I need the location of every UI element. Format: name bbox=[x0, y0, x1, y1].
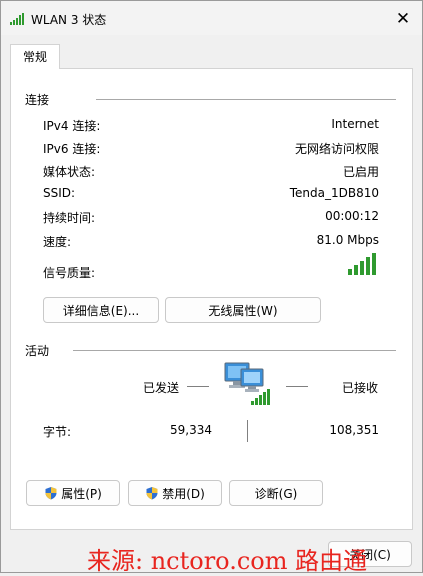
duration-value: 00:00:12 bbox=[325, 209, 379, 223]
wifi-signal-icon bbox=[10, 13, 24, 25]
diagnose-button[interactable]: 诊断(G) bbox=[229, 480, 323, 506]
bytes-label: 字节: bbox=[43, 425, 72, 439]
signal-bar bbox=[354, 265, 358, 275]
ssid-label: SSID: bbox=[43, 186, 76, 200]
activity-divider bbox=[73, 350, 396, 351]
ipv6-value: 无网络访问权限 bbox=[294, 142, 379, 156]
signal-quality-label: 信号质量: bbox=[43, 266, 96, 280]
received-bytes-value: 108,351 bbox=[329, 423, 379, 437]
network-computers-icon bbox=[224, 362, 270, 405]
received-line bbox=[286, 386, 308, 387]
media-state-value: 已启用 bbox=[342, 165, 379, 179]
duration-label: 持续时间: bbox=[43, 211, 96, 225]
ipv4-label: IPv4 连接: bbox=[43, 119, 101, 133]
connection-divider bbox=[96, 99, 396, 100]
uac-shield-icon bbox=[146, 487, 158, 500]
disable-label: 禁用(D) bbox=[162, 487, 205, 501]
close-window-button[interactable]: ✕ bbox=[390, 7, 416, 31]
source-watermark: 来源: nctoro.com 路由通 bbox=[87, 547, 368, 575]
details-button[interactable]: 详细信息(E)... bbox=[43, 297, 159, 323]
signal-bar bbox=[360, 261, 364, 275]
speed-label: 速度: bbox=[43, 235, 72, 249]
sent-label: 已发送 bbox=[143, 381, 180, 395]
signal-bar bbox=[366, 257, 370, 275]
received-label: 已接收 bbox=[342, 381, 379, 395]
signal-bar bbox=[348, 269, 352, 275]
disable-button[interactable]: 禁用(D) bbox=[128, 480, 222, 506]
ipv6-label: IPv6 连接: bbox=[43, 142, 101, 156]
signal-bar bbox=[372, 253, 376, 275]
sent-line bbox=[187, 386, 209, 387]
ssid-value: Tenda_1DB810 bbox=[289, 186, 379, 200]
uac-shield-icon bbox=[45, 487, 57, 500]
activity-heading: 活动 bbox=[25, 344, 50, 358]
connection-heading: 连接 bbox=[25, 93, 50, 107]
properties-label: 属性(P) bbox=[61, 487, 102, 501]
signal-quality-icon bbox=[348, 253, 376, 275]
title-bar: WLAN 3 状态 ✕ bbox=[1, 1, 422, 35]
properties-button[interactable]: 属性(P) bbox=[26, 480, 120, 506]
tab-general[interactable]: 常规 bbox=[10, 44, 60, 69]
wireless-properties-button[interactable]: 无线属性(W) bbox=[165, 297, 321, 323]
speed-value: 81.0 Mbps bbox=[316, 233, 379, 247]
bytes-separator bbox=[247, 420, 248, 442]
window-title: WLAN 3 状态 bbox=[31, 13, 107, 27]
sent-bytes-value: 59,334 bbox=[170, 423, 212, 437]
ipv4-value: Internet bbox=[331, 117, 379, 131]
media-state-label: 媒体状态: bbox=[43, 165, 96, 179]
status-window: WLAN 3 状态 ✕ 常规 连接 IPv4 连接: Internet IPv6… bbox=[0, 0, 423, 575]
